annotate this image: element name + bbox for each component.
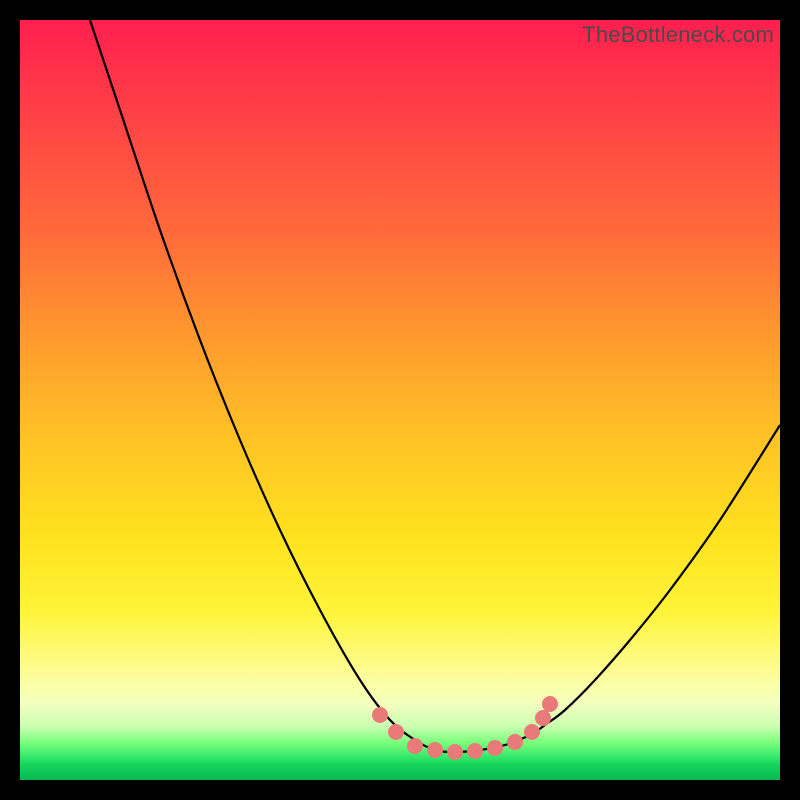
highlight-dot <box>542 696 558 712</box>
bottleneck-curve <box>90 20 780 752</box>
chart-frame: TheBottleneck.com <box>20 20 780 780</box>
highlight-dot <box>467 743 483 759</box>
highlight-dot <box>372 707 388 723</box>
highlight-dot <box>388 724 404 740</box>
highlight-dot <box>487 740 503 756</box>
highlight-dot <box>447 744 463 760</box>
highlight-dot <box>507 734 523 750</box>
highlight-dot <box>407 738 423 754</box>
highlight-dot <box>427 742 443 758</box>
highlight-dot <box>524 724 540 740</box>
highlight-dot <box>535 710 551 726</box>
plot-svg <box>20 20 780 780</box>
marker-group <box>372 696 558 760</box>
